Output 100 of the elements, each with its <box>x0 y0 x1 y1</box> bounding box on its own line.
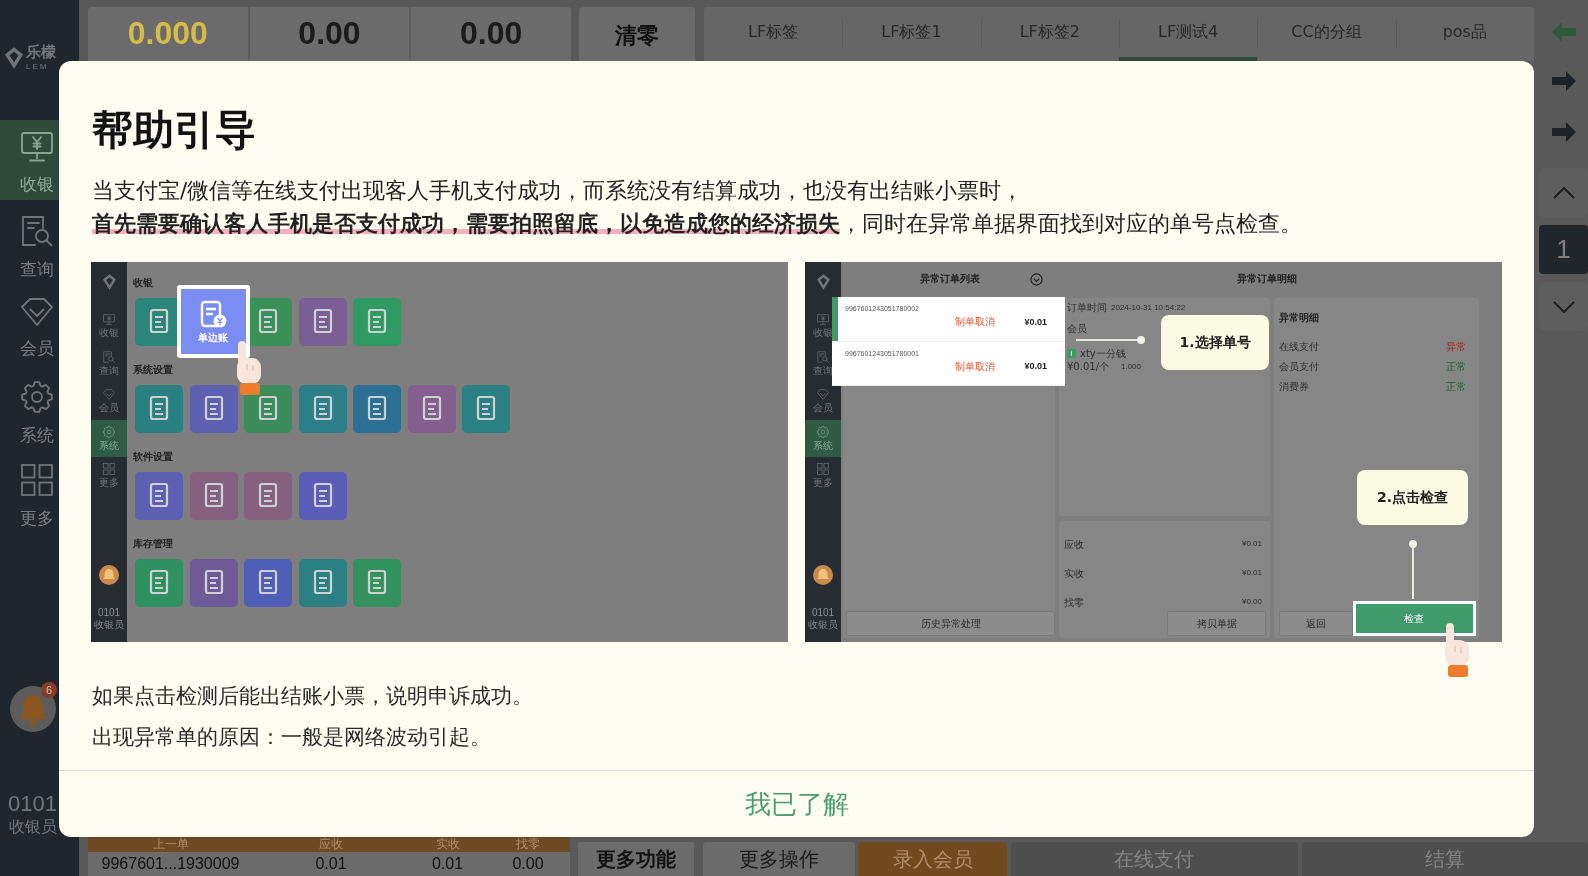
action-button[interactable]: 录入会员 <box>858 842 1007 876</box>
summary-label: 实收 <box>1064 567 1084 579</box>
clipboard-icon <box>199 299 227 329</box>
clear-button[interactable]: 清零 <box>579 7 695 61</box>
chevron-circle-icon <box>1030 272 1043 286</box>
sidebar-nav-item[interactable]: 查询 <box>0 203 59 283</box>
page-number: 1 <box>1539 225 1588 274</box>
scroll-down-button[interactable] <box>1539 282 1588 331</box>
gear-icon <box>817 425 829 438</box>
readout-value: 0.000 <box>127 15 208 51</box>
detail-label: 消费券 <box>1279 381 1309 392</box>
logo-name: 乐檬 <box>26 44 56 61</box>
table-cell-text: 0.00 <box>511 854 545 874</box>
scroll-up-button[interactable] <box>1539 168 1588 218</box>
document-search-icon <box>20 215 53 247</box>
mini-nav-item: 更多 <box>805 457 841 495</box>
leader-line <box>1075 335 1146 345</box>
note-text: 如果点击检测后能出结账小票，说明申诉成功。 <box>92 683 534 710</box>
section-heading: 库存管理 <box>133 537 174 551</box>
product-quantity: 1.000 <box>1121 361 1142 372</box>
monitor-icon <box>817 313 829 325</box>
gear-icon <box>103 425 115 438</box>
detail-title: 异常明细 <box>1279 312 1320 324</box>
table-cell-text: 0.01 <box>314 854 348 874</box>
section-heading: 收银 <box>133 276 154 290</box>
sidebar-nav-item[interactable]: 收银 <box>0 120 59 200</box>
sidebar-nav-item[interactable]: 更多 <box>0 452 59 532</box>
column-header: 应收 <box>318 837 344 852</box>
mini-nav-item: 查询 <box>91 344 127 382</box>
user-code: 0101 <box>97 607 121 619</box>
section-heading: 系统设置 <box>133 363 174 377</box>
logo-mark-icon <box>102 274 116 290</box>
detail-label: 在线支付 <box>1279 341 1319 352</box>
bell-avatar-icon <box>99 565 119 585</box>
dialog-title: 帮助引导 <box>92 105 257 155</box>
order-time: 2024-10-31 10:54:22 <box>1111 302 1186 313</box>
right-arrow-icon <box>1551 122 1576 142</box>
detail-status: 正常 <box>1446 381 1466 392</box>
user-role: 收银员 <box>94 619 124 631</box>
user-role: 收银员 <box>9 817 57 837</box>
detail-status: 异常 <box>1446 341 1466 352</box>
user-role: 收银员 <box>808 619 838 631</box>
step-callout: 1.选择单号 <box>1161 315 1269 370</box>
sidebar-nav-item[interactable]: 系统 <box>0 369 59 449</box>
document-search-icon <box>817 350 829 363</box>
notification-badge: 6 <box>41 682 57 698</box>
order-status: 制单取消 <box>955 316 996 328</box>
diamond-icon <box>20 298 53 326</box>
bell-avatar-icon <box>813 565 833 585</box>
step-callout: 2.点击检查 <box>1357 470 1468 525</box>
mini-nav-item: 收银 <box>91 307 127 345</box>
table-cell-text: 9967601...1930009 <box>100 854 241 874</box>
grid-icon <box>20 464 53 496</box>
logo-subtitle: LEM <box>26 61 50 72</box>
more-functions-button[interactable]: 更多功能 <box>578 842 694 876</box>
detail-status: 正常 <box>1446 361 1466 372</box>
sidebar-nav-item[interactable]: 会员 <box>0 286 59 366</box>
column-header: 实收 <box>434 837 461 852</box>
user-code: 0101 <box>8 791 57 817</box>
mini-nav-item: 更多 <box>91 457 127 495</box>
table-cell-text: 0.01 <box>430 854 465 874</box>
readout-value: 0.00 <box>460 15 523 51</box>
summary-value: ¥0.01 <box>1241 568 1262 578</box>
gear-icon <box>20 381 53 413</box>
product-price: ¥0.01/个 <box>1067 361 1109 372</box>
panel-title: 异常订单列表 <box>920 273 980 285</box>
tile-label: 单边账 <box>198 332 228 344</box>
summary-label: 找零 <box>1064 596 1084 608</box>
mini-nav-item: 会员 <box>91 382 127 420</box>
left-arrow-icon <box>1551 22 1576 42</box>
column-header: 找零 <box>515 837 541 852</box>
panel-title: 异常订单明细 <box>1237 273 1297 285</box>
monitor-icon <box>103 313 115 325</box>
bell-avatar-icon <box>10 686 56 732</box>
grid-icon <box>103 463 115 476</box>
note-text: 出现异常单的原因：一般是网络波动引起。 <box>92 724 492 751</box>
monitor-icon <box>20 132 53 162</box>
field-label: 会员 <box>1067 323 1087 334</box>
diamond-icon <box>817 388 829 400</box>
logo-mark-icon <box>5 47 23 69</box>
grid-icon <box>817 463 829 476</box>
summary-value: ¥0.01 <box>1241 539 1262 549</box>
right-arrow-icon <box>1551 71 1576 91</box>
action-button[interactable]: 更多操作 <box>703 842 855 876</box>
logo-mark-icon <box>816 274 830 290</box>
order-amount: ¥0.01 <box>1024 361 1047 372</box>
mini-nav-item: 会员 <box>805 382 841 420</box>
field-label: 订单时间 <box>1067 302 1107 313</box>
item-tag-icon <box>1067 349 1076 358</box>
chevron-down-icon <box>1552 300 1575 313</box>
leader-line <box>1408 539 1418 599</box>
summary-label: 应收 <box>1064 538 1084 550</box>
order-status: 制单取消 <box>955 360 996 373</box>
order-amount: ¥0.01 <box>1024 316 1047 328</box>
intro-text: 当支付宝/微信等在线支付出现客人手机支付成功，而系统没有结算成功，也没有出结账小票时， <box>92 177 1025 205</box>
category-tab[interactable]: LF标签 <box>704 7 843 61</box>
section-heading: 软件设置 <box>133 450 174 464</box>
confirm-button[interactable]: 我已了解 <box>720 782 873 826</box>
readout-value: 0.00 <box>298 15 361 51</box>
summary-value: ¥0.00 <box>1241 597 1262 607</box>
